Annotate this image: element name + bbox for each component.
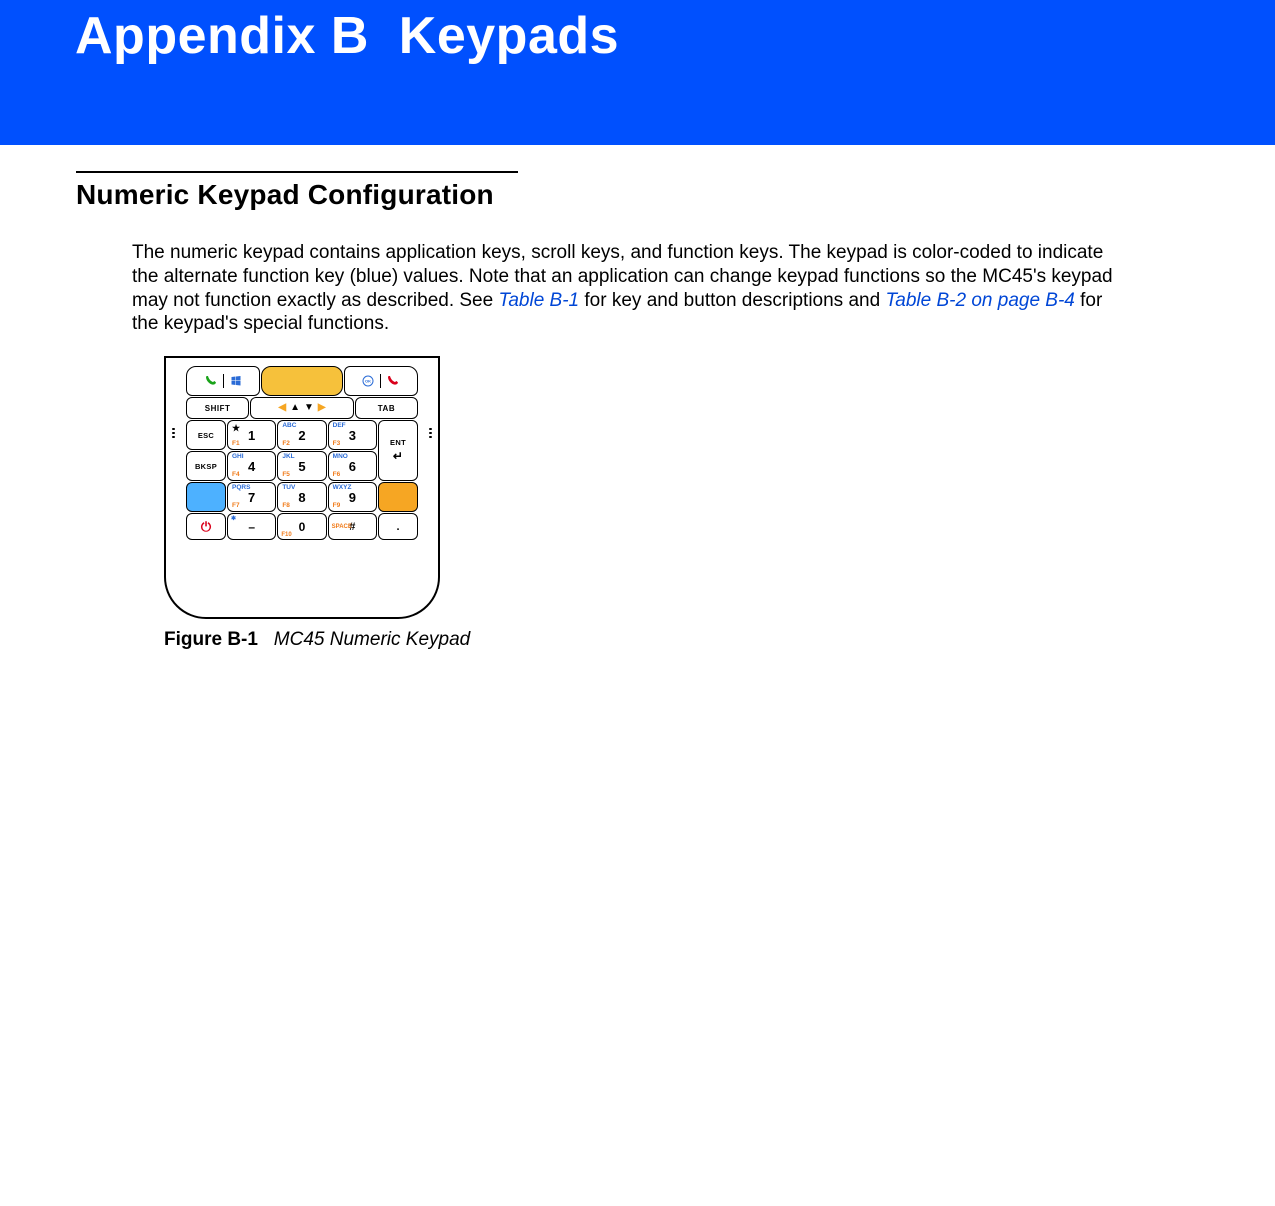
blue-fn-key	[186, 482, 226, 512]
pound-key: SPACE#	[328, 513, 377, 540]
shift-key: SHIFT	[186, 397, 249, 419]
link-table-b2[interactable]: Table B-2 on page B-4	[885, 290, 1074, 311]
ent-label: ENT	[390, 438, 406, 447]
keypad-top-row: OK	[186, 366, 418, 396]
phone-red-icon	[387, 375, 399, 387]
keypad-main: ESC BKSP ★F11 ABCF22 DEFF33 GHIF44 JKLF5…	[186, 420, 418, 512]
figure-caption: Figure B-1 MC45 Numeric Keypad	[164, 629, 1175, 651]
left-side-column: ESC BKSP	[186, 420, 226, 512]
key-1: ★F11	[227, 420, 276, 450]
key-3: DEFF33	[328, 420, 377, 450]
arrow-down-icon: ▼	[304, 403, 314, 413]
intro-paragraph: The numeric keypad contains application …	[132, 241, 1122, 336]
keypad-nav-row: SHIFT ◀ ▲ ▼ ▶ TAB	[186, 397, 418, 419]
key-6: MNOF66	[328, 451, 377, 481]
arrow-left-icon: ◀	[278, 403, 286, 413]
keypad-outline: OK SHIFT ◀ ▲ ▼ ▶ TAB	[164, 356, 440, 619]
figure-label: Figure B-1	[164, 629, 258, 650]
ok-circle-icon: OK	[362, 375, 374, 387]
keypad-bottom-row: ⏻ ✱– F100 SPACE# .	[186, 513, 418, 540]
key-4: GHIF44	[227, 451, 276, 481]
numpad: ★F11 ABCF22 DEFF33 GHIF44 JKLF55 MNOF66 …	[227, 420, 377, 512]
grip-right	[429, 428, 432, 438]
windows-flag-icon	[230, 375, 242, 387]
arrow-keys: ◀ ▲ ▼ ▶	[250, 397, 354, 419]
section-heading-rule: Numeric Keypad Configuration	[76, 171, 518, 211]
arrow-up-icon: ▲	[290, 403, 300, 413]
separator-icon	[223, 374, 224, 388]
bksp-key: BKSP	[186, 451, 226, 481]
para-text-2: for key and button descriptions and	[579, 290, 885, 311]
page-content: Numeric Keypad Configuration The numeric…	[0, 145, 1275, 651]
power-icon: ⏻	[201, 519, 211, 535]
tab-key: TAB	[355, 397, 418, 419]
call-end-key: OK	[344, 366, 418, 396]
dot-key: .	[378, 513, 418, 540]
link-table-b1[interactable]: Table B-1	[498, 290, 579, 311]
key-0: F100	[277, 513, 326, 540]
key-7: PQRSF77	[227, 482, 276, 512]
key-2: ABCF22	[277, 420, 326, 450]
orange-fn-key	[378, 482, 418, 512]
asterisk-icon: ✱	[231, 515, 236, 522]
arrow-right-icon: ▶	[318, 403, 326, 413]
esc-key: ESC	[186, 420, 226, 450]
star-icon: ★	[232, 423, 240, 434]
svg-text:OK: OK	[365, 379, 371, 384]
key-9: WXYZF99	[328, 482, 377, 512]
appendix-banner: Appendix B Keypads	[0, 0, 1275, 145]
right-side-column: ENT ↵	[378, 420, 418, 512]
appendix-title: Appendix B Keypads	[75, 6, 619, 66]
grip-left	[172, 428, 175, 438]
section-heading: Numeric Keypad Configuration	[76, 179, 494, 211]
call-start-key	[186, 366, 260, 396]
figure-keypad: OK SHIFT ◀ ▲ ▼ ▶ TAB	[164, 356, 1175, 619]
scan-key	[261, 366, 342, 396]
separator-icon	[380, 374, 381, 388]
key-8: TUVF88	[277, 482, 326, 512]
enter-arrow-icon: ↵	[393, 449, 403, 463]
power-key: ⏻	[186, 513, 226, 540]
ent-key: ENT ↵	[378, 420, 418, 481]
dash-key: ✱–	[227, 513, 276, 540]
phone-green-icon	[205, 375, 217, 387]
figure-title: MC45 Numeric Keypad	[274, 629, 470, 650]
key-5: JKLF55	[277, 451, 326, 481]
